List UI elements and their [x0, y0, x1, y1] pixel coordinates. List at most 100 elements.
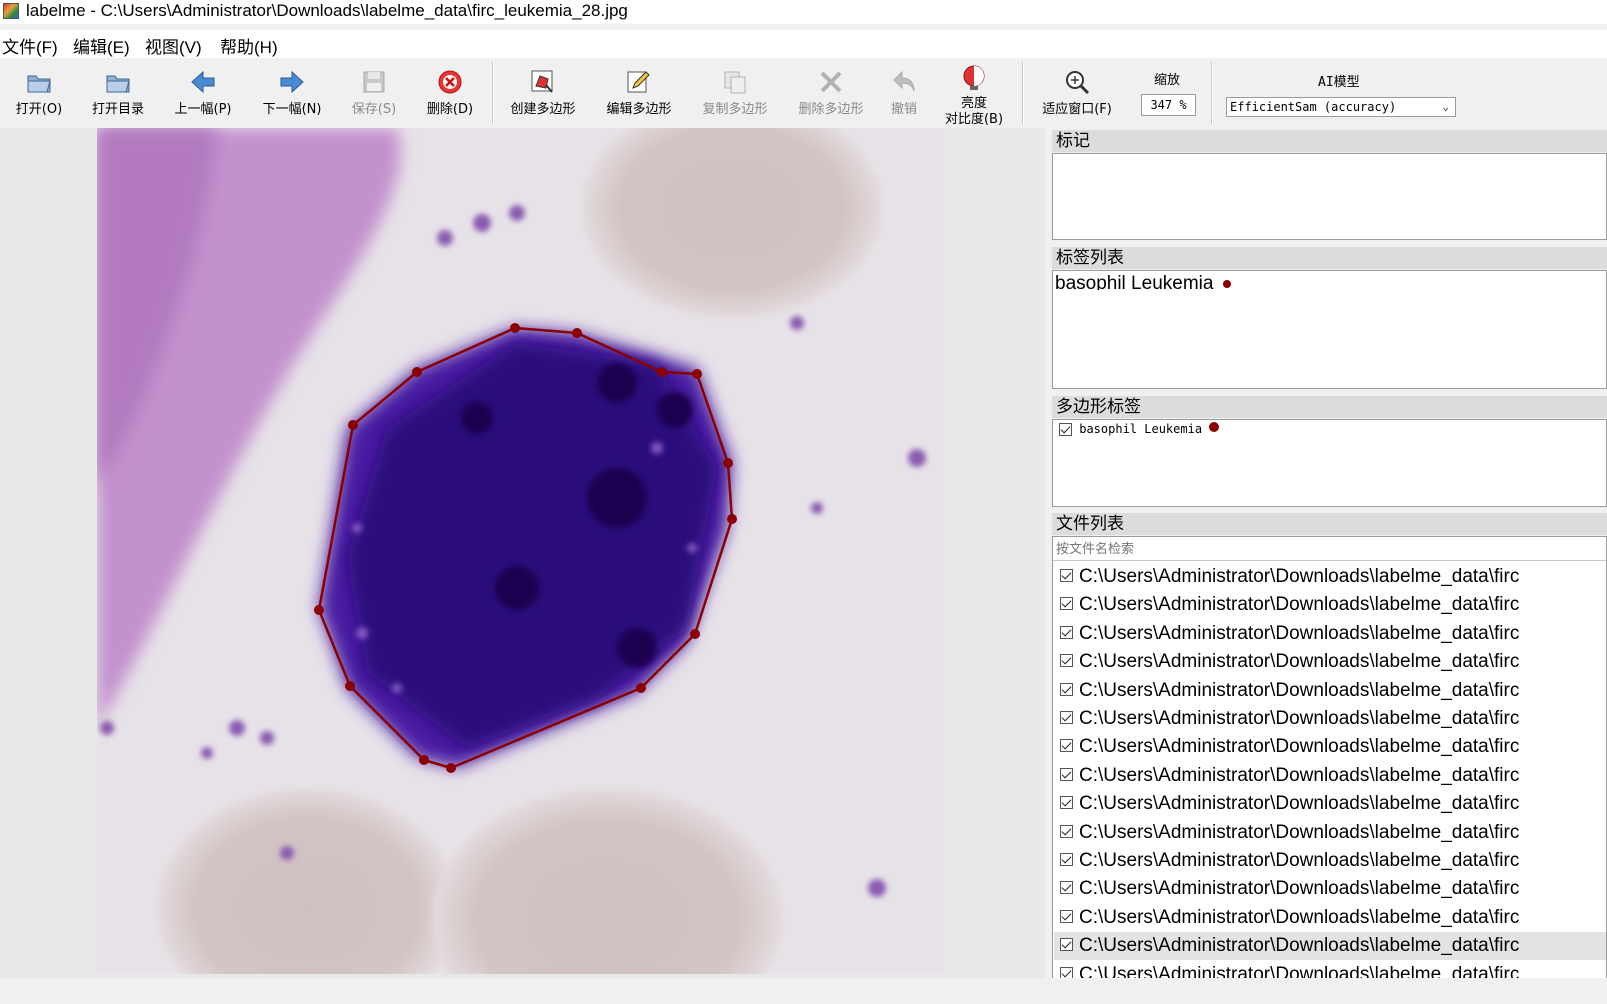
polygon-vertex-handle[interactable] [636, 683, 646, 693]
brightness-contrast-button[interactable]: 亮度 对比度(B) [934, 58, 1014, 127]
delete-file-button[interactable]: 删除(D) [418, 58, 482, 126]
prev-image-label: 上一幅(P) [174, 102, 232, 117]
toolbar-separator [1211, 62, 1213, 124]
create-polygon-label: 创建多边形 [510, 102, 576, 117]
file-checkbox[interactable] [1060, 824, 1073, 838]
fit-window-label: 适应窗口(F) [1042, 102, 1112, 117]
ai-model-value: EfficientSam (accuracy) [1230, 100, 1397, 114]
file-list-item[interactable]: C:\Users\Administrator\Downloads\labelme… [1054, 648, 1606, 676]
copy-icon [724, 71, 746, 94]
arrow-left-icon [191, 70, 215, 94]
file-list-item[interactable]: C:\Users\Administrator\Downloads\labelme… [1054, 677, 1606, 705]
chevron-down-icon: ⌄ [1442, 100, 1449, 113]
delete-circle-icon [438, 70, 462, 94]
file-list-item[interactable]: C:\Users\Administrator\Downloads\labelme… [1054, 904, 1606, 932]
polygon-vertex-handle[interactable] [348, 420, 358, 430]
label-list-item[interactable]: basophil Leukemia [1055, 274, 1231, 290]
save-label: 保存(S) [351, 102, 397, 117]
file-checkbox[interactable] [1060, 767, 1073, 781]
polygon-vertex-handle[interactable] [419, 755, 429, 765]
file-path-text: C:\Users\Administrator\Downloads\labelme… [1079, 906, 1520, 928]
ai-model-select[interactable]: EfficientSam (accuracy) ⌄ [1226, 97, 1456, 117]
polygon-vertex-handle[interactable] [412, 367, 422, 377]
file-search-input[interactable] [1053, 537, 1606, 561]
file-list-item[interactable]: C:\Users\Administrator\Downloads\labelme… [1054, 733, 1606, 761]
polygon-labels-list[interactable]: basophil Leukemia [1052, 419, 1607, 507]
polygon-vertex-handle[interactable] [723, 458, 733, 468]
file-path-text: C:\Users\Administrator\Downloads\labelme… [1079, 935, 1520, 957]
file-list-item[interactable]: C:\Users\Administrator\Downloads\labelme… [1054, 620, 1606, 648]
polygon-label-item[interactable]: basophil Leukemia [1059, 421, 1220, 436]
polygon-vertex-handle[interactable] [510, 323, 520, 333]
open-dir-button[interactable]: 打开目录 [82, 58, 154, 126]
polygon-vertex-handle[interactable] [345, 681, 355, 691]
canvas-image[interactable] [97, 128, 943, 974]
file-checkbox[interactable] [1060, 796, 1073, 810]
window-title: labelme - C:\Users\Administrator\Downloa… [26, 1, 628, 20]
polygon-vertex-handle[interactable] [727, 514, 737, 524]
file-checkbox[interactable] [1060, 966, 1073, 978]
file-list-item[interactable]: C:\Users\Administrator\Downloads\labelme… [1054, 961, 1606, 978]
file-list-item[interactable]: C:\Users\Administrator\Downloads\labelme… [1054, 591, 1606, 619]
polygon-vertex-handle[interactable] [657, 367, 667, 377]
toolbar-separator [492, 62, 494, 124]
menu-edit[interactable]: 编辑(E) [73, 33, 130, 58]
polygon-labels-dock-title: 多边形标签 [1052, 396, 1607, 418]
file-checkbox[interactable] [1060, 654, 1073, 668]
file-list-item[interactable]: C:\Users\Administrator\Downloads\labelme… [1054, 819, 1606, 847]
polygon-vertex-handle[interactable] [314, 605, 324, 615]
next-image-button[interactable]: 下一幅(N) [254, 58, 330, 126]
prev-image-button[interactable]: 上一幅(P) [166, 58, 240, 126]
fit-window-button[interactable]: 适应窗口(F) [1030, 58, 1124, 126]
edit-pencil-icon [627, 71, 650, 93]
file-checkbox[interactable] [1060, 568, 1073, 582]
file-list-item[interactable]: C:\Users\Administrator\Downloads\labelme… [1054, 847, 1606, 875]
menu-view[interactable]: 视图(V) [145, 33, 202, 58]
file-checkbox[interactable] [1060, 710, 1073, 724]
menu-help[interactable]: 帮助(H) [220, 33, 278, 58]
create-polygon-icon [531, 70, 553, 93]
open-button[interactable]: 打开(O) [6, 58, 72, 126]
delete-polygon-button[interactable]: 删除多边形 [788, 58, 874, 126]
polygon-vertex-handle[interactable] [572, 328, 582, 338]
save-button[interactable]: 保存(S) [343, 58, 405, 126]
delete-polygon-label: 删除多边形 [798, 102, 864, 117]
file-list-dock-title: 文件列表 [1052, 513, 1607, 535]
file-checkbox[interactable] [1060, 625, 1073, 639]
open-directory-icon [106, 75, 130, 93]
toolbar-separator [1022, 62, 1024, 124]
label-list[interactable]: basophil Leukemia [1052, 270, 1607, 389]
label-color-dot [1222, 279, 1231, 288]
flags-list[interactable] [1052, 153, 1607, 240]
copy-polygon-button[interactable]: 复制多边形 [692, 58, 778, 126]
next-image-label: 下一幅(N) [262, 102, 322, 117]
menu-file[interactable]: 文件(F) [2, 33, 58, 58]
file-list-item[interactable]: C:\Users\Administrator\Downloads\labelme… [1054, 790, 1606, 818]
file-checkbox[interactable] [1060, 682, 1073, 696]
create-polygon-button[interactable]: 创建多边形 [500, 58, 586, 126]
edit-polygon-button[interactable]: 编辑多边形 [596, 58, 682, 126]
brightness-contrast-icon [963, 65, 985, 90]
open-dir-label: 打开目录 [91, 102, 144, 117]
file-checkbox[interactable] [1060, 938, 1073, 952]
file-list-item[interactable]: C:\Users\Administrator\Downloads\labelme… [1054, 563, 1606, 591]
delete-file-label: 删除(D) [426, 102, 474, 117]
file-checkbox[interactable] [1060, 597, 1073, 611]
zoom-input[interactable]: 347 % [1141, 94, 1196, 116]
undo-button[interactable]: 撤销 [882, 58, 926, 126]
file-list-item[interactable]: C:\Users\Administrator\Downloads\labelme… [1054, 762, 1606, 790]
file-checkbox[interactable] [1060, 739, 1073, 753]
file-list-item[interactable]: C:\Users\Administrator\Downloads\labelme… [1054, 932, 1606, 961]
polygon-visibility-checkbox[interactable] [1059, 423, 1072, 436]
polygon-vertex-handle[interactable] [692, 369, 702, 379]
file-path-text: C:\Users\Administrator\Downloads\labelme… [1079, 651, 1520, 673]
polygon-color-dot [1209, 421, 1220, 432]
file-checkbox[interactable] [1060, 909, 1073, 923]
file-list-item[interactable]: C:\Users\Administrator\Downloads\labelme… [1054, 705, 1606, 733]
file-checkbox[interactable] [1060, 881, 1073, 895]
file-list-item[interactable]: C:\Users\Administrator\Downloads\labelme… [1054, 875, 1606, 903]
polygon-vertex-handle[interactable] [690, 629, 700, 639]
status-bar [0, 978, 1607, 1004]
polygon-vertex-handle[interactable] [446, 763, 456, 773]
file-checkbox[interactable] [1060, 852, 1073, 866]
